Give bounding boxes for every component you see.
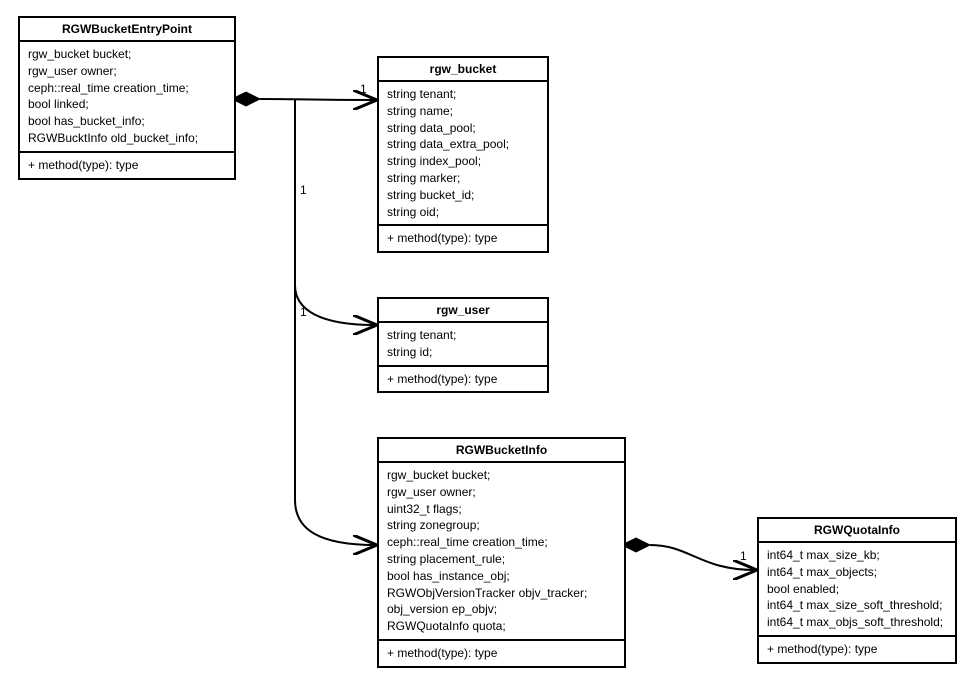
class-attributes: string tenant; string id; — [379, 323, 547, 367]
multiplicity-label: 1 — [300, 183, 307, 197]
class-rgwuser: rgw_user string tenant; string id; + met… — [377, 297, 549, 393]
class-attributes: string tenant; string name; string data_… — [379, 82, 547, 226]
class-rgwbucket: rgw_bucket string tenant; string name; s… — [377, 56, 549, 253]
class-attributes: int64_t max_size_kb; int64_t max_objects… — [759, 543, 955, 637]
class-title: RGWQuotaInfo — [759, 519, 955, 543]
class-title: RGWBucketInfo — [379, 439, 624, 463]
class-methods: + method(type): type — [759, 637, 955, 662]
class-title: rgw_user — [379, 299, 547, 323]
class-title: RGWBucketEntryPoint — [20, 18, 234, 42]
multiplicity-label: 1 — [360, 82, 367, 96]
class-rgwbucketentrypoint: RGWBucketEntryPoint rgw_bucket bucket; r… — [18, 16, 236, 180]
class-rgwquotainfo: RGWQuotaInfo int64_t max_size_kb; int64_… — [757, 517, 957, 664]
class-methods: + method(type): type — [379, 367, 547, 392]
class-methods: + method(type): type — [20, 153, 234, 178]
class-attributes: rgw_bucket bucket; rgw_user owner; ceph:… — [20, 42, 234, 153]
class-attributes: rgw_bucket bucket; rgw_user owner; uint3… — [379, 463, 624, 641]
class-methods: + method(type): type — [379, 226, 547, 251]
class-title: rgw_bucket — [379, 58, 547, 82]
multiplicity-label: 1 — [300, 305, 307, 319]
multiplicity-label: 1 — [740, 549, 747, 563]
class-rgwbucketinfo: RGWBucketInfo rgw_bucket bucket; rgw_use… — [377, 437, 626, 668]
class-methods: + method(type): type — [379, 641, 624, 666]
